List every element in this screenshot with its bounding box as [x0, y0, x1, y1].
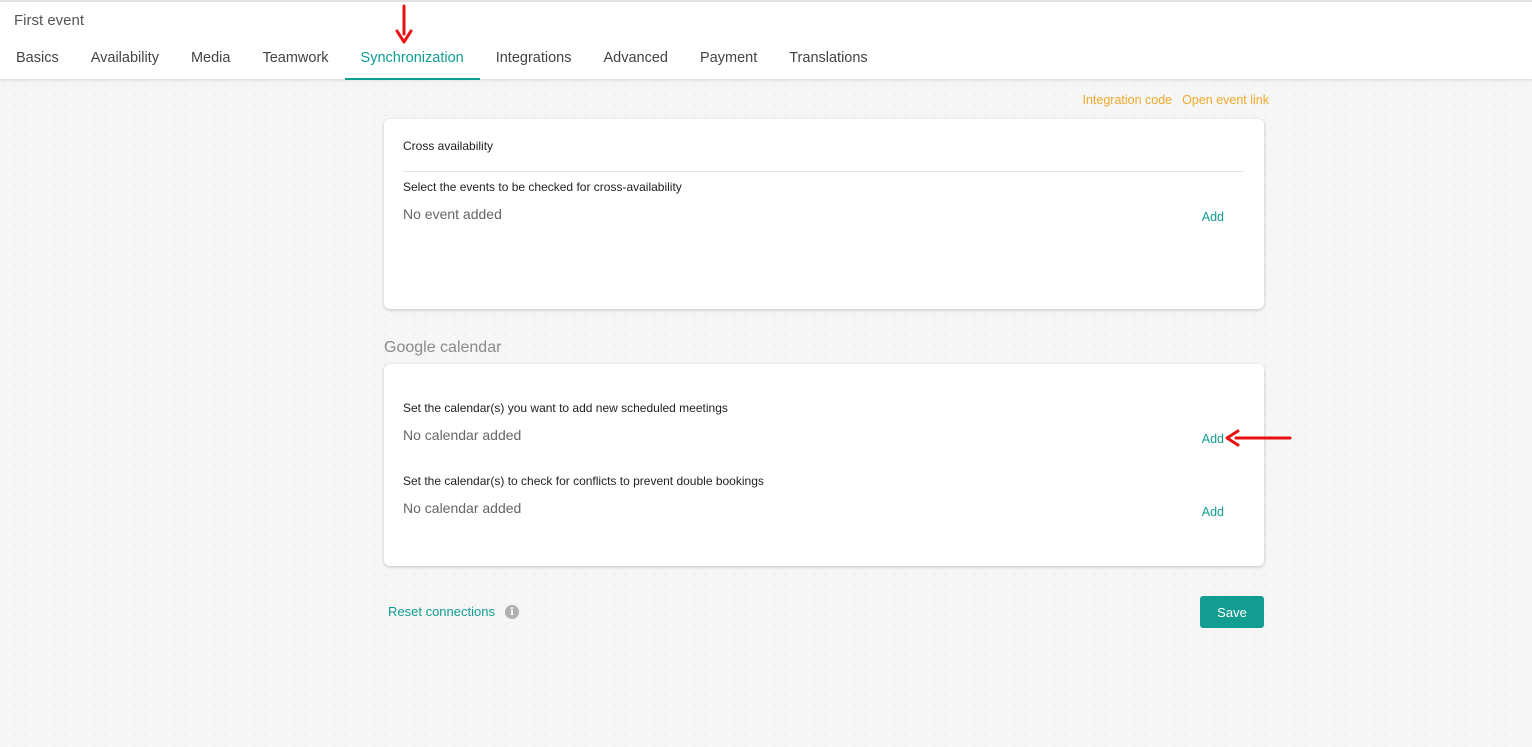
cross-availability-empty: No event added	[403, 206, 502, 222]
cross-availability-label: Select the events to be checked for cros…	[403, 180, 682, 194]
cross-availability-add-button[interactable]: Add	[1202, 210, 1224, 224]
tab-basics[interactable]: Basics	[0, 36, 75, 80]
app-header: First event Basics Availability Media Te…	[0, 0, 1532, 80]
tab-translations[interactable]: Translations	[773, 36, 883, 80]
top-links: Integration code Open event link	[1082, 93, 1269, 107]
cross-availability-title: Cross availability	[403, 139, 1244, 172]
new-meetings-empty: No calendar added	[403, 427, 522, 443]
reset-connections-link[interactable]: Reset connections	[388, 604, 495, 619]
open-event-link[interactable]: Open event link	[1182, 93, 1269, 107]
page-title: First event	[14, 12, 85, 29]
tab-integrations[interactable]: Integrations	[480, 36, 588, 80]
info-icon[interactable]: i	[505, 605, 519, 619]
conflicts-label: Set the calendar(s) to check for conflic…	[403, 474, 764, 488]
google-calendar-card: Set the calendar(s) you want to add new …	[384, 364, 1264, 566]
new-meetings-add-button[interactable]: Add	[1202, 432, 1224, 446]
tab-media[interactable]: Media	[175, 36, 247, 80]
save-button[interactable]: Save	[1200, 596, 1264, 628]
conflicts-add-button[interactable]: Add	[1202, 505, 1224, 519]
cross-availability-card: Cross availability Select the events to …	[384, 119, 1264, 309]
tab-synchronization[interactable]: Synchronization	[344, 36, 480, 80]
tab-advanced[interactable]: Advanced	[588, 36, 685, 80]
google-calendar-section-title: Google calendar	[384, 339, 502, 356]
conflicts-empty: No calendar added	[403, 500, 522, 516]
tab-teamwork[interactable]: Teamwork	[246, 36, 344, 80]
integration-code-link[interactable]: Integration code	[1082, 93, 1172, 107]
tab-bar: Basics Availability Media Teamwork Synch…	[0, 36, 884, 80]
tab-availability[interactable]: Availability	[75, 36, 175, 80]
new-meetings-label: Set the calendar(s) you want to add new …	[403, 401, 728, 415]
tab-payment[interactable]: Payment	[684, 36, 773, 80]
